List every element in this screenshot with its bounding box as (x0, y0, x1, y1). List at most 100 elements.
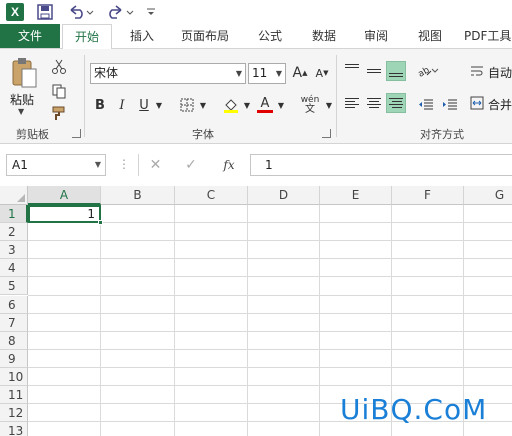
phonetic-guide-button[interactable]: wén 文 (298, 95, 322, 115)
row-header-7[interactable]: 7 (0, 313, 28, 332)
font-color-button[interactable]: A (256, 95, 274, 115)
excel-window: X 文件 开始 插入 页面布局 公式 数据 审阅 视图 PDF工具 粘贴 ▼ 剪… (0, 0, 512, 436)
phonetic-dropdown-icon[interactable]: ▼ (324, 95, 334, 115)
tab-view[interactable]: 视图 (408, 24, 452, 48)
bold-button[interactable]: B (92, 95, 108, 115)
align-left-icon[interactable] (342, 93, 362, 113)
fill-handle[interactable] (98, 220, 103, 225)
tab-page-layout[interactable]: 页面布局 (172, 24, 238, 48)
font-color-glyph: A (260, 95, 270, 111)
formula-bar: A1 ▼ ⋮ ✕ ✓ fx 1 (0, 144, 512, 186)
column-header-d[interactable]: D (248, 186, 320, 205)
paste-button-label[interactable]: 粘贴 (10, 91, 34, 108)
italic-button[interactable]: I (115, 95, 129, 115)
row-header-11[interactable]: 11 (0, 386, 28, 404)
title-bar: X (0, 0, 512, 24)
underline-dropdown-icon[interactable]: ▼ (154, 95, 164, 115)
paste-icon[interactable] (10, 57, 40, 88)
borders-dropdown-icon[interactable]: ▼ (198, 95, 208, 115)
column-header-a[interactable]: A (28, 186, 101, 205)
tab-data[interactable]: 数据 (304, 24, 344, 48)
fill-color-icon[interactable] (222, 95, 240, 115)
wrap-text-label[interactable]: 自动 (488, 64, 512, 81)
cancel-icon[interactable]: ✕ (138, 154, 172, 176)
row-header-10[interactable]: 10 (0, 367, 28, 386)
customize-quick-access-icon[interactable] (144, 3, 158, 21)
font-name-dropdown[interactable]: 宋体 ▼ (90, 63, 246, 84)
undo-icon[interactable] (66, 3, 96, 21)
enter-icon[interactable]: ✓ (174, 154, 208, 176)
middle-align-icon[interactable] (364, 61, 384, 81)
phonetic-guide-icon: 文 (305, 104, 315, 115)
chevron-down-icon: ▼ (94, 160, 101, 169)
ribbon-home: 粘贴 ▼ 剪贴板 宋体 ▼ 11 ▼ A ▲ A ▼ B I U ▼ ▼ ▼ A… (0, 48, 512, 144)
grow-font-icon[interactable]: A ▲ (292, 63, 308, 83)
tab-pdf-tools[interactable]: PDF工具 (464, 24, 512, 48)
bottom-align-icon[interactable] (386, 61, 406, 81)
column-header-e[interactable]: E (320, 186, 392, 205)
name-box[interactable]: A1 ▼ (6, 154, 106, 176)
column-header-c[interactable]: C (175, 186, 248, 205)
redo-icon[interactable] (106, 3, 136, 21)
grow-font-glyph: A (292, 65, 303, 81)
paste-dropdown-icon[interactable]: ▼ (18, 107, 24, 116)
svg-text:ab: ab (417, 65, 432, 78)
format-painter-icon[interactable] (48, 103, 70, 123)
grid-row-line (28, 348, 512, 350)
alignment-group-label: 对齐方式 (420, 128, 464, 141)
copy-icon[interactable] (48, 81, 70, 101)
row-header-8[interactable]: 8 (0, 331, 28, 350)
ribbon-tabs: 文件 开始 插入 页面布局 公式 数据 审阅 视图 PDF工具 (0, 24, 512, 49)
grid-row-line (28, 385, 512, 386)
formula-input[interactable]: 1 (250, 154, 512, 176)
shrink-font-glyph: A (315, 66, 324, 80)
tab-formulas[interactable]: 公式 (250, 24, 290, 48)
group-divider (336, 55, 337, 137)
column-header-f[interactable]: F (392, 186, 464, 205)
row-header-4[interactable]: 4 (0, 259, 28, 278)
row-header-5[interactable]: 5 (0, 277, 28, 296)
wrap-text-icon[interactable] (466, 61, 488, 81)
shrink-font-icon[interactable]: A ▼ (314, 63, 330, 83)
cell-a1[interactable]: 1 (28, 205, 101, 223)
column-header-b[interactable]: B (101, 186, 175, 205)
top-align-icon[interactable] (342, 61, 362, 81)
font-launcher-icon[interactable] (322, 129, 331, 138)
grid-row-line (28, 294, 512, 296)
row-header-2[interactable]: 2 (0, 223, 28, 242)
tab-file[interactable]: 文件 (0, 24, 60, 48)
save-icon[interactable] (36, 3, 54, 21)
cut-icon[interactable] (48, 57, 70, 77)
font-group-label: 字体 (192, 128, 214, 141)
row-header-3[interactable]: 3 (0, 241, 28, 260)
underline-button[interactable]: U (137, 95, 151, 115)
font-color-dropdown-icon[interactable]: ▼ (276, 95, 286, 115)
grid-row-line (28, 312, 512, 314)
tab-review[interactable]: 审阅 (356, 24, 396, 48)
orientation-icon[interactable]: ab (416, 61, 440, 81)
tab-insert[interactable]: 插入 (124, 24, 160, 48)
align-center-icon[interactable] (364, 93, 384, 113)
insert-function-button[interactable]: fx (212, 154, 246, 176)
font-size-dropdown[interactable]: 11 ▼ (248, 63, 286, 84)
tab-home[interactable]: 开始 (62, 24, 112, 49)
formula-bar-splitter-icon[interactable]: ⋮ (118, 157, 130, 171)
merge-center-label[interactable]: 合并 (488, 96, 512, 113)
row-header-9[interactable]: 9 (0, 349, 28, 368)
borders-icon[interactable] (178, 95, 196, 115)
excel-logo-icon: X (6, 3, 24, 21)
decrease-indent-icon[interactable] (416, 95, 436, 115)
align-right-icon[interactable] (386, 93, 406, 113)
grid-row-line (28, 258, 512, 260)
clipboard-launcher-icon[interactable] (72, 129, 81, 138)
column-header-g[interactable]: G (464, 186, 512, 205)
chevron-down-icon: ▼ (235, 69, 242, 78)
increase-indent-icon[interactable] (440, 95, 460, 115)
row-header-13[interactable]: 13 (0, 422, 28, 436)
select-all-corner[interactable] (0, 186, 28, 205)
row-header-1[interactable]: 1 (0, 205, 28, 223)
row-header-6[interactable]: 6 (0, 295, 28, 314)
fill-color-dropdown-icon[interactable]: ▼ (242, 95, 252, 115)
row-header-12[interactable]: 12 (0, 404, 28, 423)
merge-center-icon[interactable] (466, 93, 488, 113)
